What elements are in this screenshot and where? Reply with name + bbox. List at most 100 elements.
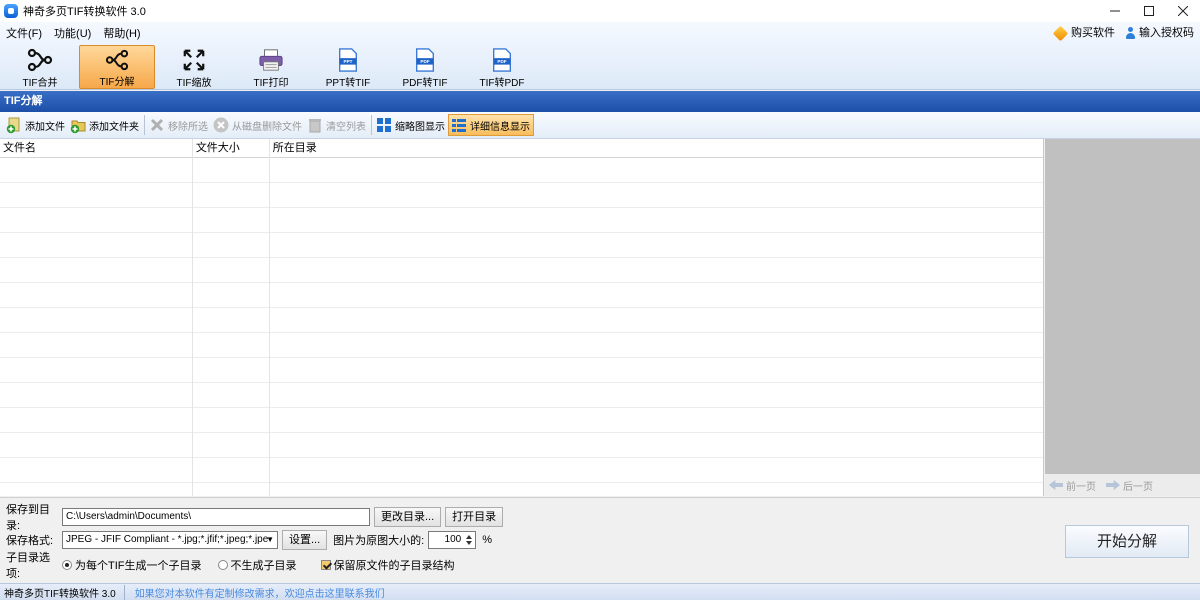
tool-label: TIF合并 bbox=[22, 78, 58, 89]
file-table[interactable]: 文件名 文件大小 所在目录 bbox=[0, 139, 1044, 496]
format-label: 保存格式: bbox=[6, 535, 54, 547]
checkbox-checked[interactable] bbox=[320, 560, 331, 570]
tool-label: PPT转TIF bbox=[325, 78, 371, 89]
save-dir-row: 保存到目录: C:\Users\admin\Documents\ 更改目录...… bbox=[6, 504, 504, 532]
start-split-button[interactable]: 开始分解 bbox=[1065, 525, 1189, 558]
options-panel: 保存到目录: C:\Users\admin\Documents\ 更改目录...… bbox=[0, 497, 1200, 583]
subdir-row: 子目录选项: 为每个TIF生成一个子目录 不生成子目录 保留原文件的子目录结构 bbox=[6, 552, 455, 580]
radio-no-subdir[interactable]: 不生成子目录 bbox=[217, 557, 297, 573]
list-view-icon bbox=[452, 119, 466, 132]
enter-license-label: 输入授权码 bbox=[1139, 27, 1194, 39]
detail-view-label: 详细信息显示 bbox=[470, 121, 530, 133]
add-folder-button[interactable]: 添加文件夹 bbox=[68, 114, 142, 136]
table-body[interactable] bbox=[0, 158, 1043, 496]
radio-button-selected[interactable] bbox=[62, 560, 72, 570]
tool-tif-print[interactable]: TIF打印 bbox=[233, 45, 309, 89]
add-file-label: 添加文件 bbox=[25, 121, 65, 133]
enter-license-link[interactable]: 输入授权码 bbox=[1125, 25, 1194, 41]
tool-pdf-to-tif[interactable]: PDF PDF转TIF bbox=[387, 45, 463, 89]
add-file-button[interactable]: 添加文件 bbox=[4, 114, 68, 136]
menu-file[interactable]: 文件(F) bbox=[0, 25, 48, 43]
add-file-icon bbox=[6, 117, 20, 134]
remove-selected-label: 移除所选 bbox=[168, 121, 208, 133]
status-bar: 神奇多页TIF转换软件 3.0 如果您对本软件有定制修改需求，欢迎点击这里联系我… bbox=[0, 583, 1200, 600]
size-spinner[interactable]: 100 bbox=[428, 531, 477, 549]
maximize-button[interactable] bbox=[1132, 0, 1166, 22]
thumbnail-view-button[interactable]: 缩略图显示 bbox=[374, 114, 448, 136]
tool-tif-merge[interactable]: TIF合并 bbox=[2, 45, 78, 89]
add-folder-label: 添加文件夹 bbox=[89, 121, 139, 133]
detail-view-button[interactable]: 详细信息显示 bbox=[448, 114, 534, 136]
tool-tif-split[interactable]: TIF分解 bbox=[79, 45, 155, 89]
add-folder-icon bbox=[70, 120, 86, 134]
status-app-name: 神奇多页TIF转换软件 3.0 bbox=[0, 584, 125, 600]
close-button[interactable] bbox=[1166, 0, 1200, 22]
change-dir-button[interactable]: 更改目录... bbox=[374, 507, 442, 527]
menu-bar: 文件(F) 功能(U) 帮助(H) bbox=[0, 25, 147, 43]
user-icon bbox=[1125, 27, 1136, 39]
app-logo-icon bbox=[4, 4, 18, 18]
spinner-arrows-icon[interactable] bbox=[465, 534, 473, 546]
svg-text:PPT: PPT bbox=[344, 59, 353, 64]
top-ribbon: 文件(F) 功能(U) 帮助(H) 购买软件 输入授权码 TIF合并 TIF分解… bbox=[0, 22, 1200, 90]
window-title: 神奇多页TIF转换软件 3.0 bbox=[23, 6, 146, 18]
column-header-directory[interactable]: 所在目录 bbox=[270, 139, 1043, 158]
minimize-icon bbox=[1110, 10, 1120, 12]
tool-tif-to-pdf[interactable]: PDF TIF转PDF bbox=[464, 45, 540, 89]
toolbar-separator bbox=[144, 115, 145, 135]
svg-text:PDF: PDF bbox=[420, 59, 429, 64]
tool-label: TIF分解 bbox=[99, 77, 135, 88]
column-header-filesize[interactable]: 文件大小 bbox=[193, 139, 270, 158]
contact-us-link[interactable]: 如果您对本软件有定制修改需求，欢迎点击这里联系我们 bbox=[125, 585, 385, 600]
keep-structure-label: 保留原文件的子目录结构 bbox=[333, 560, 455, 572]
delete-from-disk-button[interactable]: 从磁盘删除文件 bbox=[211, 114, 305, 136]
svg-text:PDF: PDF bbox=[497, 59, 506, 64]
remove-selected-button[interactable]: 移除所选 bbox=[147, 114, 211, 136]
open-dir-button[interactable]: 打开目录 bbox=[445, 507, 504, 527]
arrow-left-icon bbox=[1049, 480, 1063, 490]
chevron-down-icon: ▼ bbox=[266, 535, 274, 544]
minimize-button[interactable] bbox=[1098, 0, 1132, 22]
save-dir-input[interactable]: C:\Users\admin\Documents\ bbox=[62, 508, 370, 526]
tool-label: TIF打印 bbox=[253, 78, 289, 89]
tool-label: TIF缩放 bbox=[176, 78, 212, 89]
prev-page-button[interactable]: 前一页 bbox=[1049, 478, 1096, 493]
tool-ppt-to-tif[interactable]: PPT PPT转TIF bbox=[310, 45, 386, 89]
radio-no-subdir-label: 不生成子目录 bbox=[230, 560, 297, 572]
format-select-value: JPEG - JFIF Compliant - *.jpg;*.jfif;*.j… bbox=[66, 534, 269, 545]
format-settings-button[interactable]: 设置... bbox=[282, 530, 328, 550]
radio-per-tif-label: 为每个TIF生成一个子目录 bbox=[75, 560, 202, 572]
printer-icon bbox=[259, 49, 283, 71]
tool-tif-resize[interactable]: TIF缩放 bbox=[156, 45, 232, 89]
close-icon bbox=[1178, 6, 1188, 16]
menu-function[interactable]: 功能(U) bbox=[48, 25, 97, 43]
column-header-filename[interactable]: 文件名 bbox=[0, 139, 193, 158]
trash-icon bbox=[309, 119, 321, 133]
menu-help[interactable]: 帮助(H) bbox=[97, 25, 146, 43]
delete-from-disk-label: 从磁盘删除文件 bbox=[232, 121, 302, 133]
file-toolbar: 添加文件 添加文件夹 移除所选 从磁盘删除文件 清空列表 缩略图显示 详细信息显… bbox=[0, 112, 1200, 139]
toolbar-separator bbox=[371, 115, 372, 135]
diamond-icon bbox=[1052, 25, 1069, 41]
table-header: 文件名 文件大小 所在目录 bbox=[0, 139, 1043, 158]
clear-list-button[interactable]: 清空列表 bbox=[305, 114, 369, 136]
next-page-button[interactable]: 后一页 bbox=[1106, 478, 1153, 493]
save-dir-label: 保存到目录: bbox=[6, 504, 50, 532]
grid-view-icon bbox=[377, 118, 391, 132]
buy-software-link[interactable]: 购买软件 bbox=[1052, 25, 1115, 41]
subdir-label: 子目录选项: bbox=[6, 552, 50, 580]
ppt-file-icon: PPT bbox=[339, 48, 357, 72]
column-divider bbox=[269, 139, 270, 496]
radio-button[interactable] bbox=[217, 560, 228, 570]
next-page-label: 后一页 bbox=[1123, 481, 1153, 493]
keep-structure-checkbox[interactable]: 保留原文件的子目录结构 bbox=[320, 557, 455, 573]
pdf-file-icon: PDF bbox=[493, 48, 511, 72]
buy-software-label: 购买软件 bbox=[1071, 27, 1115, 39]
format-row: 保存格式: JPEG - JFIF Compliant - *.jpg;*.jf… bbox=[6, 530, 492, 550]
delete-circle-icon bbox=[213, 117, 229, 133]
pdf-file-icon: PDF bbox=[416, 48, 434, 72]
prev-page-label: 前一页 bbox=[1066, 481, 1096, 493]
radio-per-tif[interactable]: 为每个TIF生成一个子目录 bbox=[62, 557, 202, 573]
clear-list-label: 清空列表 bbox=[326, 121, 366, 133]
format-select[interactable]: JPEG - JFIF Compliant - *.jpg;*.jfif;*.j… bbox=[62, 531, 278, 549]
